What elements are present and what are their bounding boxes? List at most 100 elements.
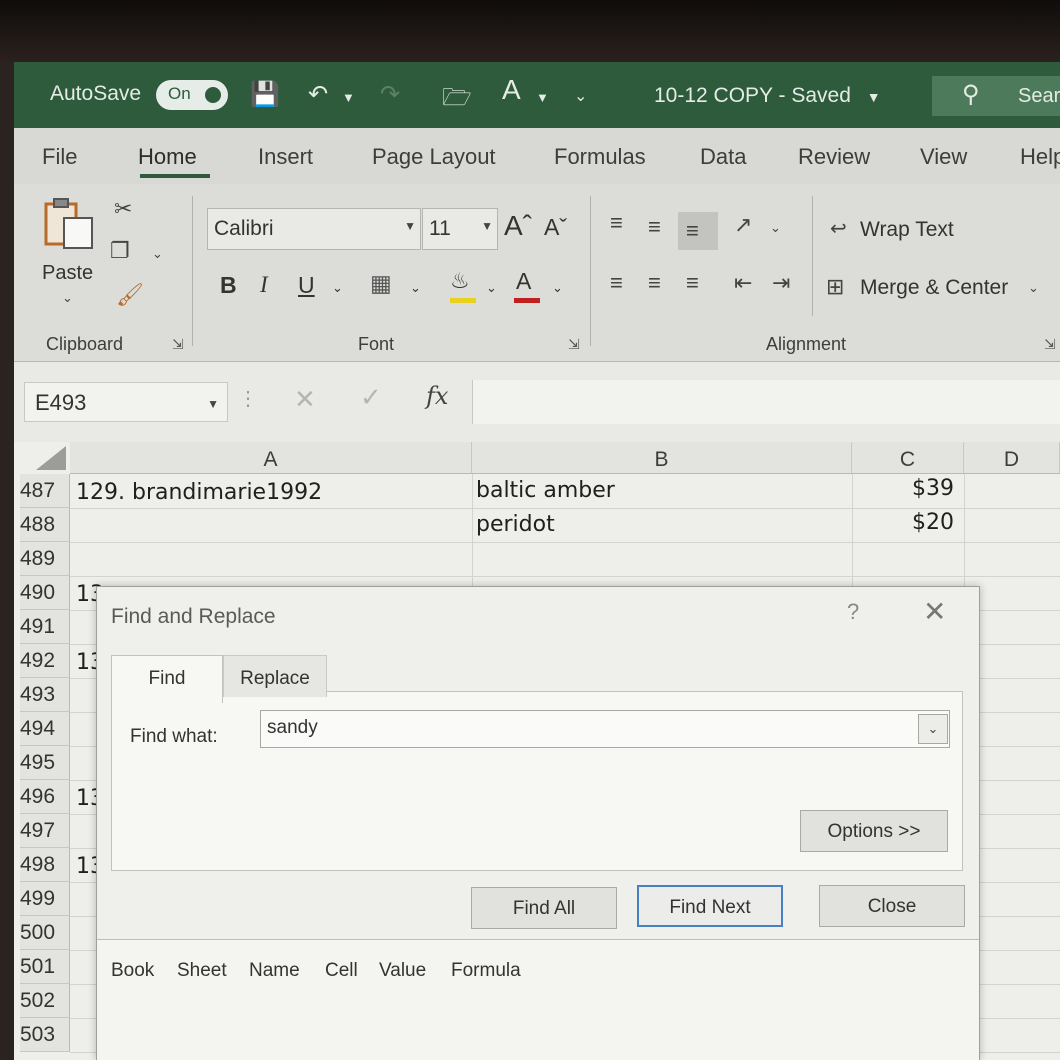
column-header-d[interactable]: D: [964, 442, 1060, 474]
orientation-icon[interactable]: ↗: [734, 212, 752, 238]
autosave-toggle[interactable]: On: [156, 80, 228, 110]
row-header[interactable]: 497: [20, 814, 70, 848]
wrap-text-button[interactable]: Wrap Text: [860, 218, 954, 242]
borders-icon[interactable]: ▦: [370, 270, 392, 297]
alignment-launcher-icon[interactable]: ⇲: [1044, 336, 1056, 353]
borders-dropdown-icon[interactable]: ⌄: [410, 280, 421, 296]
undo-dropdown-icon[interactable]: ▼: [342, 90, 355, 105]
row-header[interactable]: 501: [20, 950, 70, 984]
merge-center-button[interactable]: Merge & Center: [860, 276, 1008, 300]
merge-center-icon[interactable]: ⊞: [826, 274, 844, 300]
column-header-b[interactable]: B: [472, 442, 852, 474]
results-column-sheet[interactable]: Sheet: [177, 960, 227, 982]
customize-qat-icon[interactable]: ⌄: [574, 86, 587, 106]
row-header[interactable]: 488: [20, 508, 70, 542]
redo-icon[interactable]: ↷: [380, 80, 400, 109]
results-list[interactable]: Book Sheet Name Cell Value Formula: [97, 939, 979, 1060]
font-color-icon[interactable]: A: [516, 268, 531, 295]
fill-color-icon[interactable]: ♨: [450, 268, 470, 294]
font-size-select[interactable]: 11 ▼: [422, 208, 498, 250]
decrease-indent-icon[interactable]: ⇤: [734, 270, 752, 296]
tab-view[interactable]: View: [920, 144, 967, 170]
copy-icon[interactable]: ❐: [110, 238, 130, 264]
tab-page-layout[interactable]: Page Layout: [372, 144, 496, 170]
help-button[interactable]: ?: [847, 599, 859, 625]
cell-b488[interactable]: peridot: [476, 512, 555, 537]
tab-find[interactable]: Find: [111, 655, 223, 703]
clipboard-launcher-icon[interactable]: ⇲: [172, 336, 184, 353]
font-color-qat-icon[interactable]: A: [502, 74, 521, 106]
font-color-qat-dropdown-icon[interactable]: ▼: [536, 90, 549, 105]
options-button[interactable]: Options >>: [800, 810, 948, 852]
paste-icon[interactable]: [42, 196, 98, 252]
tab-help[interactable]: Help: [1020, 144, 1060, 170]
results-column-value[interactable]: Value: [379, 960, 426, 982]
align-right-icon[interactable]: ≡: [686, 270, 699, 296]
row-header[interactable]: 495: [20, 746, 70, 780]
cancel-icon[interactable]: ✕: [294, 384, 316, 415]
align-center-icon[interactable]: ≡: [648, 270, 661, 296]
open-folder-icon[interactable]: 🗁: [442, 80, 472, 121]
increase-indent-icon[interactable]: ⇥: [772, 270, 790, 296]
document-title[interactable]: 10-12 COPY - Saved ▼: [654, 84, 881, 108]
tab-home[interactable]: Home: [138, 144, 197, 170]
row-header[interactable]: 502: [20, 984, 70, 1018]
cell-a487[interactable]: 129. brandimarie1992: [76, 480, 322, 505]
row-header[interactable]: 491: [20, 610, 70, 644]
row-header[interactable]: 489: [20, 542, 70, 576]
tab-insert[interactable]: Insert: [258, 144, 313, 170]
row-header[interactable]: 500: [20, 916, 70, 950]
row-header[interactable]: 496: [20, 780, 70, 814]
row-header[interactable]: 503: [20, 1018, 70, 1052]
enter-check-icon[interactable]: ✓: [360, 382, 382, 413]
find-next-button[interactable]: Find Next: [637, 885, 783, 927]
find-all-button[interactable]: Find All: [471, 887, 617, 929]
resize-handle-icon[interactable]: ⋮: [238, 386, 258, 411]
top-align-icon[interactable]: ≡: [610, 210, 623, 236]
tab-replace[interactable]: Replace: [223, 655, 327, 697]
results-column-name[interactable]: Name: [249, 960, 300, 982]
middle-align-icon[interactable]: ≡: [648, 214, 661, 240]
tab-formulas[interactable]: Formulas: [554, 144, 646, 170]
close-icon[interactable]: ✕: [923, 595, 946, 628]
bottom-align-icon[interactable]: ≡: [686, 218, 699, 244]
row-header[interactable]: 494: [20, 712, 70, 746]
column-header-c[interactable]: C: [852, 442, 964, 474]
cell-c488[interactable]: $20: [912, 510, 954, 535]
cell-b487[interactable]: baltic amber: [476, 478, 615, 503]
close-button[interactable]: Close: [819, 885, 965, 927]
format-painter-icon[interactable]: 🖌: [116, 282, 144, 308]
orientation-dropdown-icon[interactable]: ⌄: [770, 220, 781, 236]
formula-input[interactable]: [472, 380, 1060, 424]
column-header-a[interactable]: A: [70, 442, 472, 474]
font-launcher-icon[interactable]: ⇲: [568, 336, 580, 353]
search-box[interactable]: ⚲ Sear: [932, 76, 1060, 116]
row-header[interactable]: 487: [20, 474, 70, 508]
align-left-icon[interactable]: ≡: [610, 270, 623, 296]
insert-function-icon[interactable]: fx: [426, 382, 448, 410]
undo-icon[interactable]: ↶: [308, 80, 328, 109]
find-what-input[interactable]: sandy: [260, 710, 950, 748]
tab-file[interactable]: File: [42, 144, 77, 170]
font-name-select[interactable]: Calibri ▼: [207, 208, 421, 250]
wrap-text-icon[interactable]: ↩: [830, 216, 847, 241]
tab-data[interactable]: Data: [700, 144, 746, 170]
results-column-book[interactable]: Book: [111, 960, 154, 982]
name-box[interactable]: E493 ▼: [24, 382, 228, 422]
cut-icon[interactable]: ✂: [114, 196, 132, 222]
increase-font-size-icon[interactable]: Aˆ: [504, 210, 532, 242]
copy-dropdown-icon[interactable]: ⌄: [152, 246, 163, 262]
row-header[interactable]: 492: [20, 644, 70, 678]
find-what-dropdown[interactable]: ⌄: [918, 714, 948, 744]
row-header[interactable]: 499: [20, 882, 70, 916]
row-header[interactable]: 498: [20, 848, 70, 882]
decrease-font-size-icon[interactable]: Aˇ: [544, 214, 567, 241]
font-color-dropdown-icon[interactable]: ⌄: [552, 280, 563, 296]
results-column-formula[interactable]: Formula: [451, 960, 521, 982]
bold-button[interactable]: B: [220, 272, 237, 299]
tab-review[interactable]: Review: [798, 144, 870, 170]
save-icon[interactable]: 💾: [250, 80, 280, 109]
row-header[interactable]: 493: [20, 678, 70, 712]
fill-color-dropdown-icon[interactable]: ⌄: [486, 280, 497, 296]
results-column-cell[interactable]: Cell: [325, 960, 358, 982]
